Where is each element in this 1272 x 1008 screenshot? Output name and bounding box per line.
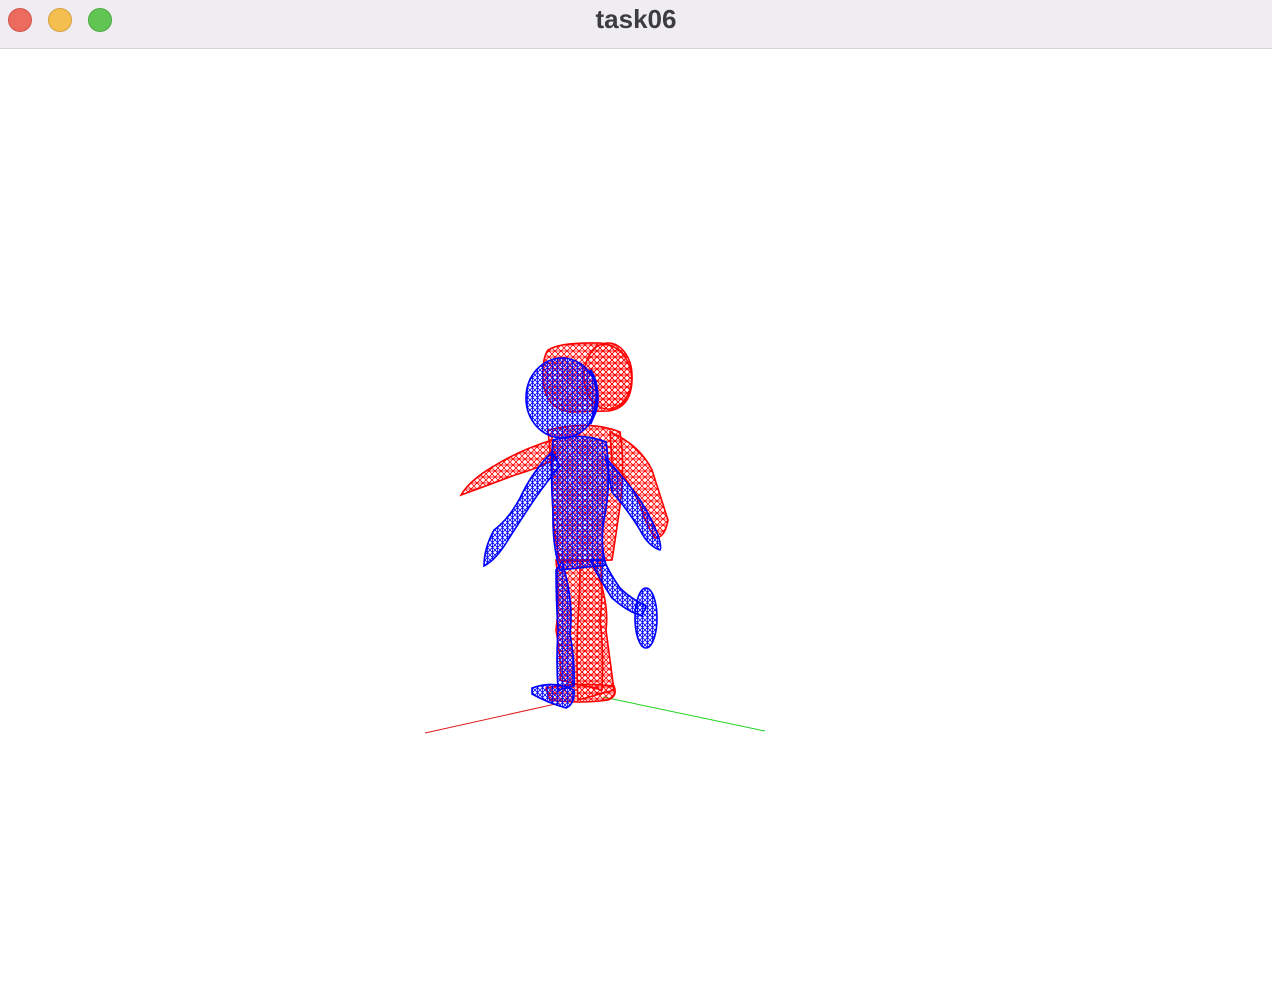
app-window: task06	[0, 0, 1272, 1008]
y-axis-line	[602, 696, 766, 732]
window-title: task06	[595, 4, 677, 34]
current-pose-mesh	[483, 357, 662, 709]
scene-canvas	[424, 342, 766, 734]
opengl-viewport[interactable]	[0, 49, 1272, 1008]
title-bar[interactable]: task06	[0, 0, 1272, 49]
x-axis-line	[424, 702, 561, 734]
